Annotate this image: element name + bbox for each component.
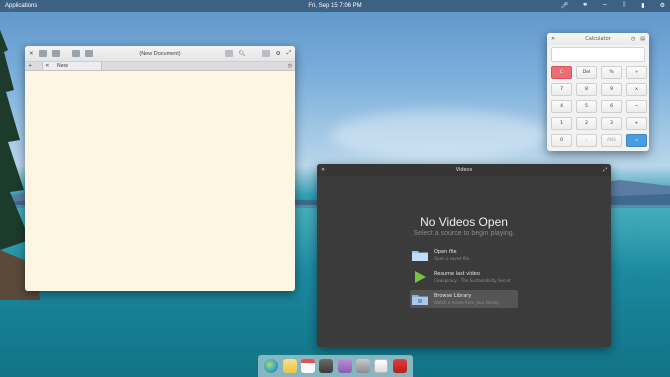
dock <box>258 355 413 377</box>
key-2[interactable]: 2 <box>576 117 597 130</box>
fullscreen-icon[interactable]: ⤢ <box>603 167 607 173</box>
videos-titlebar[interactable]: ✕ Videos ⤢ <box>317 164 611 176</box>
music-icon[interactable] <box>356 359 371 373</box>
video-icon[interactable] <box>319 359 334 373</box>
tab-close-icon[interactable]: ✕ <box>45 63 49 69</box>
item-description: Watch a movie from your library <box>434 300 499 305</box>
videos-window: ✕ Videos ⤢ No Videos Open Select a sourc… <box>317 164 611 347</box>
key-4[interactable]: 4 <box>551 100 572 113</box>
calculator-keypad: C Del % ÷ 7 8 9 × 4 5 6 − 1 2 3 + 0 . AN… <box>547 64 649 149</box>
key-8[interactable]: 8 <box>576 83 597 96</box>
mic-icon[interactable]: 🎤︎ <box>561 2 569 10</box>
videos-title: Videos <box>455 167 473 173</box>
calculator-title: Calculator <box>585 36 611 42</box>
editor-text-area[interactable] <box>25 71 295 291</box>
open-file-item[interactable]: Open file Open a saved file. <box>410 246 518 264</box>
key-decimal[interactable]: . <box>576 134 597 147</box>
battery-icon[interactable]: ▮ <box>641 2 644 10</box>
open-icon[interactable] <box>38 50 47 57</box>
key-0[interactable]: 0 <box>551 134 572 147</box>
item-title: Resume last video <box>434 271 480 277</box>
close-icon[interactable]: ✕ <box>551 36 555 42</box>
templates-icon[interactable] <box>51 50 60 57</box>
key-delete[interactable]: Del <box>576 66 597 79</box>
key-subtract[interactable]: − <box>626 100 647 113</box>
key-7[interactable]: 7 <box>551 83 572 96</box>
preferences-icon[interactable]: ⚙ <box>276 51 281 57</box>
network-icon[interactable]: ⌔ <box>602 2 608 10</box>
item-description: Cowspiracy - The Sustainability Secret <box>434 278 511 283</box>
tab-new-document[interactable]: ✕ New Document <box>42 62 103 77</box>
play-icon <box>415 271 426 283</box>
power-icon[interactable]: ⚙ <box>660 2 665 10</box>
text-editor-icon[interactable] <box>374 359 389 373</box>
panel-indicators: 🎤︎ 🔊︎ ⌔ ᛒ ▮ ⚙ <box>561 2 665 10</box>
browser-icon[interactable] <box>264 359 279 373</box>
browse-library-item[interactable]: Browse Library Watch a movie from your l… <box>410 290 518 308</box>
folder-icon <box>412 251 428 261</box>
editor-tabbar: + ✕ New Document ◷ <box>25 62 295 77</box>
revert-icon[interactable] <box>224 50 233 57</box>
calculator-titlebar[interactable]: ✕ Calculator ◷ ▤ <box>547 33 649 45</box>
top-panel: Applications Fri, Sep 15 7:06 PM 🎤︎ 🔊︎ ⌔… <box>0 0 670 12</box>
history-icon[interactable]: ◷ <box>631 36 635 42</box>
key-5[interactable]: 5 <box>576 100 597 113</box>
history-icon[interactable]: ◷ <box>288 63 292 69</box>
key-add[interactable]: + <box>626 117 647 130</box>
youtube-icon[interactable] <box>392 359 407 373</box>
fullscreen-icon[interactable]: ⤢ <box>287 50 291 57</box>
key-percent[interactable]: % <box>601 66 622 79</box>
calculator-display[interactable] <box>551 47 645 62</box>
new-tab-icon[interactable]: + <box>28 63 32 69</box>
search-icon[interactable]: 🔍︎ <box>239 51 246 57</box>
close-icon[interactable]: ✕ <box>321 167 325 173</box>
key-ans[interactable]: ANS <box>601 134 622 147</box>
panel-clock[interactable]: Fri, Sep 15 7:06 PM <box>308 3 361 9</box>
videos-heading: No Videos Open <box>420 215 508 229</box>
applications-menu[interactable]: Applications <box>5 3 37 9</box>
bluetooth-icon[interactable]: ᛒ <box>623 2 627 10</box>
wallpaper-cloud <box>330 110 550 160</box>
text-editor-window: ✕ (New Document) 🔍︎ ⚙ ⤢ + ✕ New Document… <box>25 46 295 291</box>
key-6[interactable]: 6 <box>601 100 622 113</box>
calendar-icon[interactable] <box>300 359 315 373</box>
item-title: Open file <box>434 249 457 255</box>
key-3[interactable]: 3 <box>601 117 622 130</box>
save-icon[interactable] <box>71 50 80 57</box>
close-icon[interactable]: ✕ <box>29 51 34 57</box>
key-1[interactable]: 1 <box>551 117 572 130</box>
key-clear[interactable]: C <box>551 66 572 79</box>
key-equals[interactable]: = <box>626 134 647 147</box>
volume-icon[interactable]: 🔊︎ <box>583 2 587 10</box>
photos-icon[interactable] <box>337 359 352 373</box>
share-icon[interactable] <box>261 50 270 57</box>
key-multiply[interactable]: × <box>626 83 647 96</box>
library-folder-icon <box>412 295 428 305</box>
editor-title: (New Document) <box>139 50 181 57</box>
save-as-icon[interactable] <box>84 50 93 57</box>
item-description: Open a saved file. <box>434 256 471 261</box>
resume-last-video-item[interactable]: Resume last video Cowspiracy - The Susta… <box>410 268 518 286</box>
calculator-window: ✕ Calculator ◷ ▤ C Del % ÷ 7 8 9 × 4 5 6… <box>547 33 649 151</box>
key-9[interactable]: 9 <box>601 83 622 96</box>
extended-icon[interactable]: ▤ <box>640 36 645 42</box>
item-title: Browse Library <box>434 293 472 299</box>
videos-subheading: Select a source to begin playing. <box>413 230 515 237</box>
mail-icon[interactable] <box>282 359 297 373</box>
editor-titlebar[interactable]: ✕ (New Document) 🔍︎ ⚙ ⤢ <box>25 46 295 62</box>
key-divide[interactable]: ÷ <box>626 66 647 79</box>
